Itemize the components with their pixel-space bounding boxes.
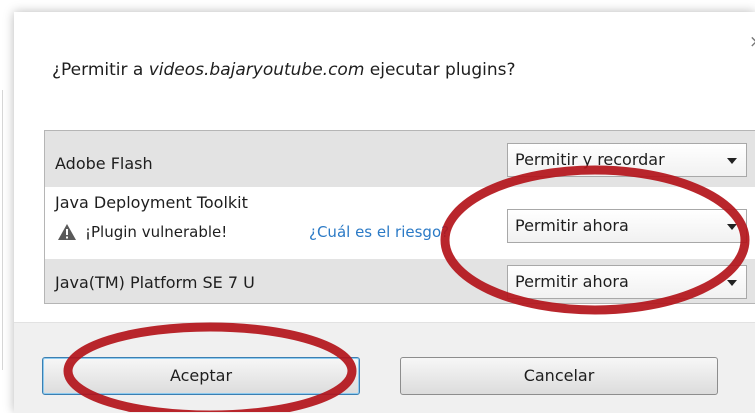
plugin-row-java-deployment-toolkit: Java Deployment Toolkit ¡Plugin vulnerab… — [45, 187, 755, 259]
risk-info-link[interactable]: ¿Cuál es el riesgo? — [309, 223, 449, 241]
question-suffix: ejecutar plugins? — [364, 60, 516, 80]
cancel-button[interactable]: Cancelar — [400, 357, 718, 395]
question-prefix: ¿Permitir a — [52, 60, 149, 80]
permission-value: Permitir ahora — [515, 216, 629, 235]
accept-button[interactable]: Aceptar — [42, 357, 360, 395]
permission-select-java-deployment-toolkit[interactable]: Permitir ahora — [507, 209, 747, 243]
warning-triangle-icon — [58, 224, 76, 240]
vulnerable-warning-text: ¡Plugin vulnerable! — [85, 223, 228, 241]
background-edge-line — [2, 90, 3, 370]
chevron-down-icon — [727, 158, 737, 164]
dialog-question: ¿Permitir a videos.bajaryoutube.com ejec… — [52, 60, 516, 80]
permission-select-adobe-flash[interactable]: Permitir y recordar — [507, 143, 747, 177]
permission-value: Permitir ahora — [515, 272, 629, 291]
plugin-row-java-platform: Java(TM) Platform SE 7 U Permitir ahora — [45, 259, 755, 303]
permission-value: Permitir y recordar — [515, 150, 665, 169]
plugin-list: Adobe Flash Permitir y recordar Java Dep… — [44, 130, 755, 304]
chevron-down-icon — [727, 224, 737, 230]
dialog-footer: Aceptar Cancelar — [14, 322, 755, 413]
plugin-row-adobe-flash: Adobe Flash Permitir y recordar — [45, 131, 755, 187]
question-domain: videos.bajaryoutube.com — [148, 60, 365, 80]
close-icon[interactable]: × — [749, 34, 755, 51]
plugin-name: Java(TM) Platform SE 7 U — [55, 273, 255, 292]
plugin-name: Java Deployment Toolkit — [55, 193, 248, 212]
chevron-down-icon — [727, 280, 737, 286]
plugin-name: Adobe Flash — [55, 154, 153, 173]
plugin-permission-dialog: × ¿Permitir a videos.bajaryoutube.com ej… — [14, 12, 755, 413]
permission-select-java-platform[interactable]: Permitir ahora — [507, 265, 747, 299]
